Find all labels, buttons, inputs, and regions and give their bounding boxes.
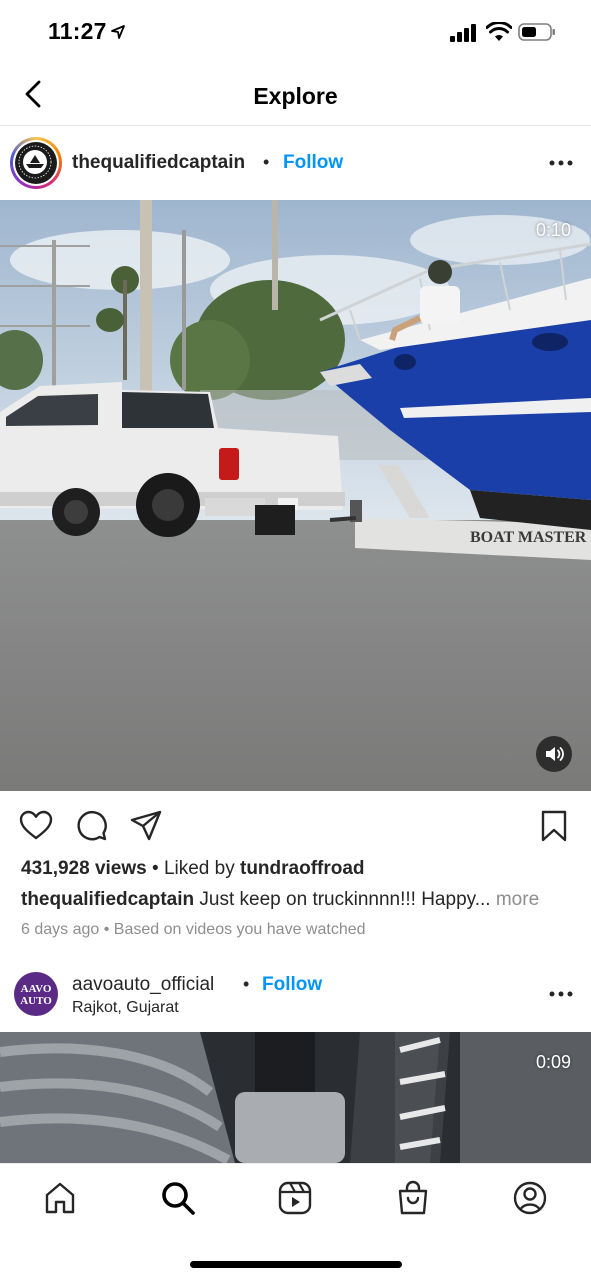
speaker-icon bbox=[546, 747, 564, 761]
bookmark-icon[interactable] bbox=[537, 809, 571, 843]
recommendation-reason: Based on videos you have watched bbox=[113, 921, 366, 938]
post-video[interactable]: BOAT MASTER 0:10 bbox=[0, 200, 591, 791]
battery-icon bbox=[518, 23, 555, 41]
video-frame: BOAT MASTER bbox=[0, 200, 591, 791]
separator-dot: • bbox=[243, 974, 250, 994]
mute-button[interactable] bbox=[536, 736, 572, 772]
post-caption: thequalifiedcaptain Just keep on truckin… bbox=[21, 889, 581, 911]
follow-button[interactable]: Follow bbox=[262, 974, 322, 996]
trailer-brand: BOAT MASTER bbox=[470, 529, 587, 546]
captain-logo-icon bbox=[16, 143, 54, 181]
svg-text:AUTO: AUTO bbox=[20, 995, 52, 1007]
liked-by-user[interactable]: tundraoffroad bbox=[240, 858, 365, 879]
page-title: Explore bbox=[253, 83, 338, 109]
post-meta: 6 days ago • Based on videos you have wa… bbox=[21, 921, 366, 939]
location-arrow-icon bbox=[111, 25, 125, 39]
post-header: AAVO AUTO aavoauto_official • Follow Raj… bbox=[0, 958, 591, 1030]
avatar[interactable]: AAVO AUTO bbox=[14, 972, 58, 1016]
more-horizontal-icon[interactable] bbox=[546, 982, 576, 1006]
status-time: 11:27 bbox=[48, 18, 107, 44]
profile-icon[interactable] bbox=[512, 1180, 548, 1216]
liked-by-prefix: Liked by bbox=[163, 858, 235, 879]
home-icon[interactable] bbox=[42, 1180, 78, 1216]
post-video[interactable]: 0:09 bbox=[0, 1032, 591, 1163]
send-icon[interactable] bbox=[129, 809, 163, 843]
view-count: 431,928 views bbox=[21, 858, 147, 879]
video-frame bbox=[0, 1032, 591, 1163]
post-stats: 431,928 views • Liked by tundraoffroad bbox=[21, 858, 365, 880]
explore-header: Explore bbox=[0, 66, 591, 126]
follow-button[interactable]: Follow bbox=[283, 152, 343, 174]
post-username[interactable]: thequalifiedcaptain bbox=[72, 152, 245, 174]
caption-username[interactable]: thequalifiedcaptain bbox=[21, 889, 194, 910]
avatar[interactable] bbox=[10, 137, 62, 189]
post-age: 6 days ago bbox=[21, 921, 100, 938]
wifi-icon bbox=[486, 22, 512, 41]
post-header: thequalifiedcaptain • Follow bbox=[0, 127, 591, 199]
search-icon[interactable] bbox=[160, 1180, 196, 1216]
more-horizontal-icon[interactable] bbox=[546, 151, 576, 175]
separator-dot: • bbox=[103, 921, 114, 938]
video-duration: 0:09 bbox=[535, 1052, 571, 1072]
post-actions bbox=[0, 803, 591, 847]
reels-icon[interactable] bbox=[277, 1180, 313, 1216]
separator-dot: • bbox=[152, 858, 164, 879]
home-indicator bbox=[190, 1261, 402, 1268]
svg-text:AAVO: AAVO bbox=[21, 983, 52, 995]
more-link[interactable]: more bbox=[496, 889, 539, 910]
comment-icon[interactable] bbox=[74, 809, 108, 843]
separator-dot: • bbox=[263, 152, 270, 172]
video-duration: 0:10 bbox=[535, 220, 571, 240]
avatar-logo bbox=[15, 142, 57, 184]
post-username[interactable]: aavoauto_official bbox=[72, 974, 214, 996]
shop-icon[interactable] bbox=[395, 1180, 431, 1216]
status-bar: 11:27 bbox=[0, 0, 591, 66]
aavo-logo-icon: AAVO AUTO bbox=[20, 983, 52, 1007]
post-location[interactable]: Rajkot, Gujarat bbox=[72, 999, 179, 1017]
cellular-signal-icon bbox=[450, 24, 476, 42]
heart-icon[interactable] bbox=[19, 809, 53, 843]
caption-text: Just keep on truckinnnn!!! Happy... bbox=[199, 889, 491, 910]
